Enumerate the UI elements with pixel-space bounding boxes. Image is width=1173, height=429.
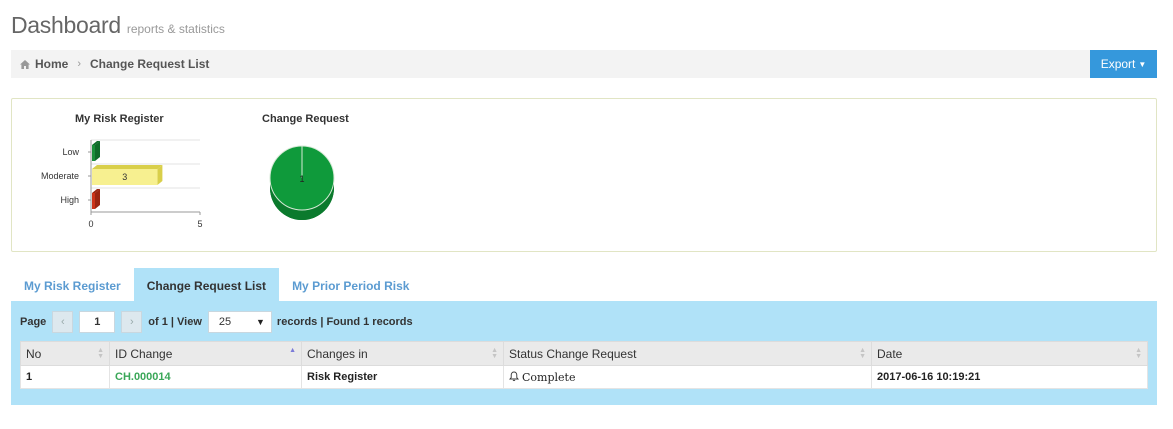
tab-bar: My Risk Register Change Request List My … <box>11 268 422 301</box>
chevron-right-icon: › <box>129 316 134 328</box>
cell-changes-in: Risk Register <box>301 365 504 389</box>
cell-status: Complete <box>503 365 872 389</box>
page-number-input[interactable]: 1 <box>79 311 116 333</box>
column-header-id-change[interactable]: ID Change ▲ <box>109 341 302 366</box>
column-header-changes-in[interactable]: Changes in ▲ ▼ <box>301 341 504 366</box>
column-header-date[interactable]: Date ▲ ▼ <box>871 341 1148 366</box>
bar-low <box>92 145 95 161</box>
cell-id-change-link[interactable]: CH.000014 <box>109 365 302 389</box>
pager-page-label: Page <box>20 316 47 328</box>
sort-icon: ▲ ▼ <box>491 347 498 360</box>
y-tick-label: High <box>60 195 79 205</box>
prev-page-button[interactable]: ‹ <box>52 311 74 333</box>
chevron-left-icon: ‹ <box>60 316 65 328</box>
y-tick-label: Moderate <box>41 171 79 181</box>
risk-bar-chart: 0 5 Low Moderate 3 High <box>41 139 203 229</box>
bar-high <box>92 193 95 209</box>
chevron-right-icon: › <box>77 58 82 70</box>
sort-icon: ▲ ▼ <box>1135 347 1142 360</box>
status-text: Complete <box>522 370 576 384</box>
pager-of-label: of 1 | View <box>148 316 202 328</box>
change-request-table: No ▲ ▼ ID Change ▲ Changes in ▲ ▼ Status Chan… <box>20 341 1148 389</box>
change-chart-title: Change Request <box>262 113 349 125</box>
change-pie-chart: 1 <box>269 145 335 220</box>
pager: Page ‹ 1 › of 1 | View 25 ▼ records | Fo… <box>20 311 413 333</box>
export-button[interactable]: Export ▼ <box>1090 50 1157 78</box>
breadcrumb-current: Change Request List <box>90 57 210 71</box>
cell-no: 1 <box>20 365 110 389</box>
tab-panel: Page ‹ 1 › of 1 | View 25 ▼ records | Fo… <box>11 301 1157 405</box>
pie-data-label: 1 <box>299 174 304 184</box>
page-subtitle: reports & statistics <box>126 22 225 36</box>
bell-icon <box>509 371 519 381</box>
risk-chart-title: My Risk Register <box>75 113 164 125</box>
tab-my-prior-period-risk[interactable]: My Prior Period Risk <box>279 268 422 301</box>
view-select[interactable]: 25 ▼ <box>207 311 272 333</box>
view-select-value: 25 <box>218 316 232 328</box>
sort-ascending-icon: ▲ <box>289 347 296 354</box>
caret-down-icon: ▼ <box>256 317 265 327</box>
pager-summary: records | Found 1 records <box>276 316 413 328</box>
cell-date: 2017-06-16 10:19:21 <box>871 365 1148 389</box>
chevron-down-icon: ▼ <box>1138 59 1147 69</box>
charts-panel: My Risk Register 0 5 Low Moderate 3 High Chan… <box>11 98 1157 252</box>
breadcrumb: Home › Change Request List <box>11 50 1157 78</box>
tab-change-request-list[interactable]: Change Request List <box>133 268 280 301</box>
tab-my-risk-register[interactable]: My Risk Register <box>11 268 134 301</box>
column-header-no[interactable]: No ▲ ▼ <box>20 341 110 366</box>
table-row[interactable]: 1 CH.000014 Risk Register Complete 2017-… <box>20 365 1148 389</box>
home-icon <box>20 59 30 69</box>
export-label: Export <box>1100 57 1136 71</box>
data-label-moderate: 3 <box>122 172 127 182</box>
column-header-status[interactable]: Status Change Request ▲ ▼ <box>503 341 872 366</box>
y-tick-label: Low <box>62 147 79 157</box>
next-page-button[interactable]: › <box>121 311 143 333</box>
x-tick-label: 5 <box>197 219 202 229</box>
x-tick-label: 0 <box>88 219 93 229</box>
sort-icon: ▲ ▼ <box>97 347 104 360</box>
breadcrumb-home-link[interactable]: Home <box>35 57 68 71</box>
bar-top-moderate <box>92 165 163 169</box>
sort-icon: ▲ ▼ <box>859 347 866 360</box>
page-title: Dashboard reports & statistics <box>11 12 225 39</box>
page-title-text: Dashboard <box>11 12 121 38</box>
